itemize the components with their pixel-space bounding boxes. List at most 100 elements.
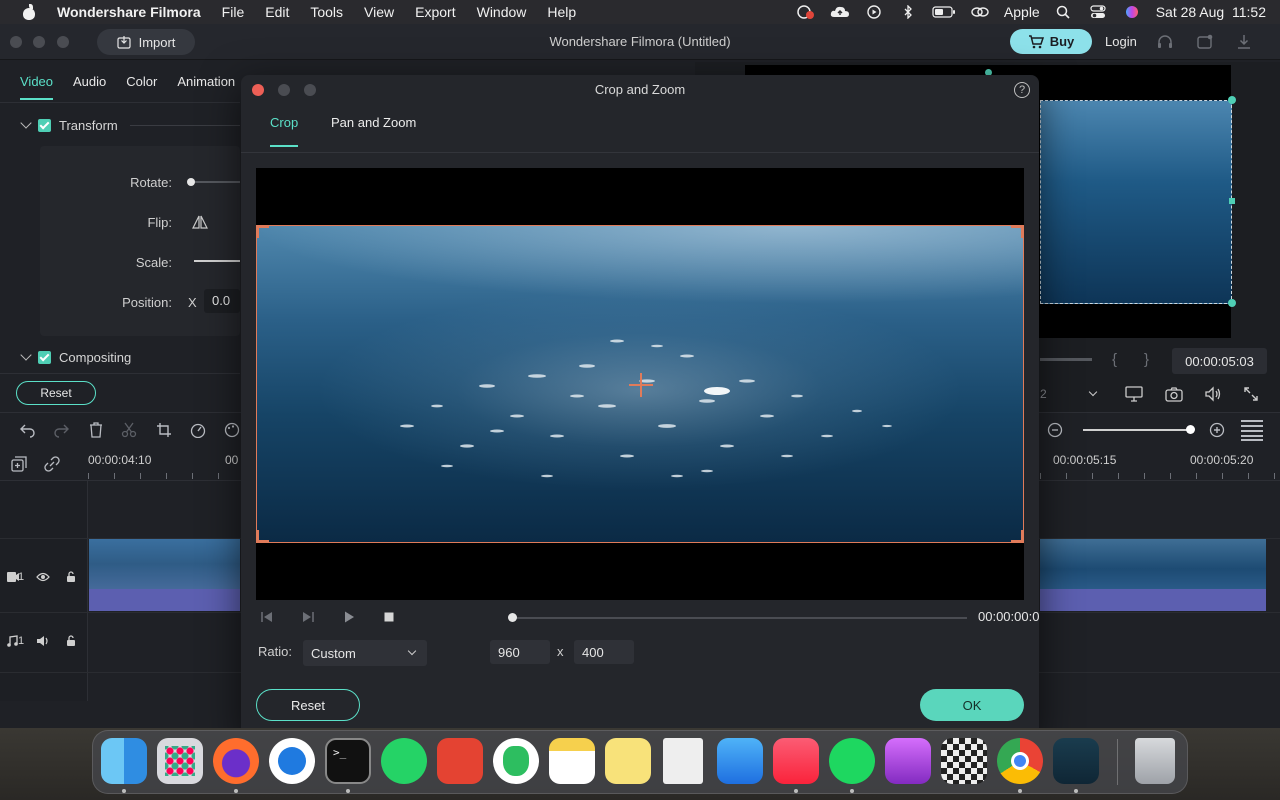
menu-edit[interactable]: Edit	[265, 4, 289, 20]
reset-properties-button[interactable]: Reset	[16, 381, 96, 405]
mark-out-icon[interactable]: }	[1144, 351, 1149, 368]
transform-section-header[interactable]: Transform	[22, 115, 118, 135]
siri-icon[interactable]	[1122, 5, 1142, 19]
tab-video[interactable]: Video	[20, 62, 53, 102]
music-icon[interactable]	[773, 738, 819, 784]
menu-clock[interactable]: Sat 28 Aug 11:52	[1156, 4, 1266, 20]
crop-corner-handle[interactable]	[257, 530, 269, 542]
spotlight-search-icon[interactable]	[1054, 5, 1074, 19]
zoom-in-icon[interactable]	[1209, 422, 1225, 438]
notification-icon[interactable]	[1197, 34, 1213, 50]
transform-handle[interactable]	[1229, 198, 1235, 204]
timeline-zoom-knob[interactable]	[1186, 425, 1195, 434]
volume-icon[interactable]	[1204, 386, 1222, 402]
ratio-select[interactable]: Custom	[303, 640, 427, 666]
play-circle-icon[interactable]	[864, 5, 884, 19]
position-x-input[interactable]: 0.0	[204, 289, 240, 313]
tab-animation[interactable]: Animation	[177, 62, 235, 102]
help-icon[interactable]: ?	[1014, 82, 1030, 98]
login-link[interactable]: Login	[1105, 24, 1137, 60]
evernote-icon[interactable]	[493, 738, 539, 784]
firefox-icon[interactable]	[213, 738, 259, 784]
tab-color[interactable]: Color	[126, 62, 157, 102]
window-zoom-button[interactable]	[57, 36, 69, 48]
menu-export[interactable]: Export	[415, 4, 455, 20]
video-clip[interactable]	[1040, 539, 1266, 589]
stop-icon[interactable]	[382, 610, 396, 624]
window-close-button[interactable]	[10, 36, 22, 48]
video-clip[interactable]	[89, 539, 240, 589]
whatsapp-icon[interactable]	[381, 738, 427, 784]
menu-view[interactable]: View	[364, 4, 394, 20]
crop-icon[interactable]	[156, 422, 172, 438]
compositing-section-header[interactable]: Compositing	[22, 347, 131, 367]
speaker-icon[interactable]	[36, 635, 50, 647]
redo-icon[interactable]	[53, 422, 69, 438]
undo-icon[interactable]	[20, 422, 36, 438]
crop-corner-handle[interactable]	[1011, 530, 1023, 542]
trash-icon[interactable]	[1135, 738, 1175, 784]
timeline-zoom-slider[interactable]	[1083, 429, 1191, 431]
cloud-upload-icon[interactable]	[830, 5, 850, 19]
window-minimize-button[interactable]	[33, 36, 45, 48]
timeline-view-icon[interactable]	[1239, 418, 1265, 442]
compositing-checkbox[interactable]	[38, 351, 51, 364]
mark-in-icon[interactable]: {	[1112, 351, 1117, 368]
download-icon[interactable]	[1236, 34, 1252, 50]
control-center-icon[interactable]	[1088, 5, 1108, 19]
fullscreen-icon[interactable]	[1243, 386, 1259, 402]
launchpad-icon[interactable]	[157, 738, 203, 784]
menu-help[interactable]: Help	[547, 4, 576, 20]
spotify-icon[interactable]	[829, 738, 875, 784]
crop-corner-handle[interactable]	[257, 226, 269, 238]
crop-height-input[interactable]: 400	[574, 640, 634, 664]
clip-audio-waveform[interactable]	[89, 589, 240, 611]
crop-frame[interactable]	[256, 225, 1024, 543]
color-palette-icon[interactable]	[224, 422, 240, 438]
clip-audio-waveform[interactable]	[1040, 589, 1266, 611]
tab-pan-and-zoom[interactable]: Pan and Zoom	[331, 115, 416, 145]
playback-progress-track[interactable]	[511, 617, 967, 619]
lock-icon[interactable]	[65, 570, 77, 583]
app-store-icon[interactable]	[269, 738, 315, 784]
menu-tools[interactable]: Tools	[310, 4, 343, 20]
headphones-icon[interactable]	[1157, 34, 1173, 50]
quality-select-value[interactable]: 2	[1040, 387, 1047, 401]
dialog-ok-button[interactable]: OK	[920, 689, 1024, 721]
todoist-icon[interactable]	[437, 738, 483, 784]
transform-handle[interactable]	[1228, 96, 1236, 104]
zoom-out-icon[interactable]	[1047, 422, 1063, 438]
crop-corner-handle[interactable]	[1011, 226, 1023, 238]
playback-progress-knob[interactable]	[508, 613, 517, 622]
rotate-slider-track[interactable]	[190, 181, 240, 183]
previous-frame-icon[interactable]	[260, 610, 274, 624]
delete-trash-icon[interactable]	[88, 421, 104, 439]
chrome-icon[interactable]	[997, 738, 1043, 784]
preview-image[interactable]	[1040, 100, 1232, 304]
menu-apple-account[interactable]: Apple	[1004, 4, 1040, 20]
screen-record-icon[interactable]	[796, 5, 816, 19]
chess-icon[interactable]	[941, 738, 987, 784]
crop-width-input[interactable]: 960	[490, 640, 550, 664]
terminal-icon[interactable]: >_	[325, 738, 371, 784]
menu-window[interactable]: Window	[477, 4, 527, 20]
apple-logo-icon[interactable]	[22, 4, 36, 20]
next-frame-icon[interactable]	[301, 610, 315, 624]
preview-progress-track[interactable]	[1040, 358, 1092, 361]
play-icon[interactable]	[342, 610, 356, 624]
podcasts-icon[interactable]	[885, 738, 931, 784]
snapshot-camera-icon[interactable]	[1165, 386, 1183, 402]
display-icon[interactable]	[1125, 386, 1143, 402]
menu-app-name[interactable]: Wondershare Filmora	[57, 4, 201, 20]
tab-crop[interactable]: Crop	[270, 115, 298, 145]
buy-button[interactable]: Buy	[1010, 29, 1092, 54]
link-icon[interactable]	[970, 5, 990, 19]
tab-audio[interactable]: Audio	[73, 62, 106, 102]
flip-horizontal-icon[interactable]	[192, 214, 208, 230]
rotate-slider-knob[interactable]	[187, 178, 195, 186]
bluetooth-icon[interactable]	[898, 5, 918, 19]
split-scissors-icon[interactable]	[121, 422, 137, 438]
scale-slider-track[interactable]	[194, 260, 240, 262]
import-button[interactable]: Import	[97, 29, 195, 55]
dialog-reset-button[interactable]: Reset	[256, 689, 360, 721]
